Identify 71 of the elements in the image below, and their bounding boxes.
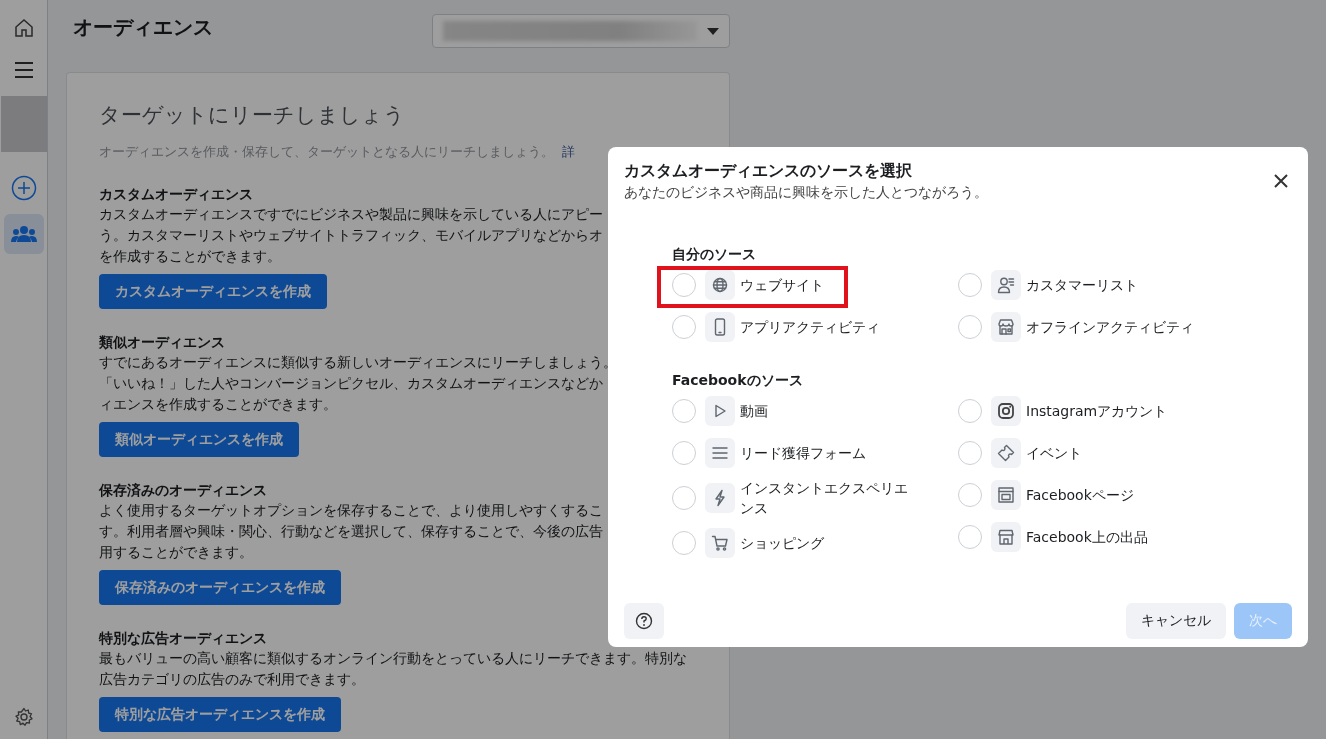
- radio-button[interactable]: [958, 273, 982, 297]
- storefront-icon: [991, 522, 1021, 552]
- page-title: オーディエンス: [73, 14, 213, 41]
- account-dropdown[interactable]: [432, 14, 730, 48]
- camera-icon: [991, 396, 1021, 426]
- description-line: す。利用者層や興味・関心、行動などを選択して、保存することで、今後の広告: [99, 522, 603, 541]
- source-label[interactable]: インスタントエクスペリエンス: [740, 478, 915, 518]
- globe-icon: [705, 270, 735, 300]
- description-line: 最もバリューの高い顧客に類似するオンライン行動をとっている人にリーチできます。特別な: [99, 649, 687, 668]
- source-label[interactable]: オフラインアクティビティ: [1026, 317, 1194, 337]
- store-icon: [991, 312, 1021, 342]
- phone-icon: [705, 312, 735, 342]
- modal-subtitle: あなたのビジネスや商品に興味を示した人とつながろう。: [624, 184, 988, 202]
- radio-button[interactable]: [672, 273, 696, 297]
- description-line: よく使用するターゲットオプションを保存することで、より使用しやすくするこ: [99, 501, 603, 520]
- person-list-icon: [991, 270, 1021, 300]
- description-line: う。カスタマーリストやウェブサイトトラフィック、モバイルアプリなどからオ: [99, 226, 603, 245]
- radio-button[interactable]: [672, 486, 696, 510]
- description-line: を作成することができます。: [99, 247, 281, 266]
- description-line: ィエンスを作成することができます。: [99, 395, 337, 414]
- source-label[interactable]: 動画: [740, 401, 768, 421]
- radio-button[interactable]: [672, 531, 696, 555]
- lines-icon: [705, 438, 735, 468]
- section-heading: カスタムオーディエンス: [99, 185, 253, 204]
- description-line: すでにあるオーディエンスに類似する新しいオーディエンスにリーチしましょう。: [99, 353, 617, 372]
- radio-button[interactable]: [958, 525, 982, 549]
- source-label[interactable]: ショッピング: [740, 533, 824, 553]
- settings-icon: [13, 707, 34, 727]
- source-label[interactable]: ウェブサイト: [740, 275, 824, 295]
- learn-more-link[interactable]: 詳: [562, 143, 575, 161]
- section-heading: 類似オーディエンス: [99, 333, 225, 352]
- modal-title: カスタムオーディエンスのソースを選択: [624, 161, 913, 182]
- lightning-icon: [705, 483, 735, 513]
- description-line: 広告カテゴリの広告のみで利用できます。: [99, 670, 365, 689]
- group-heading: Facebookのソース: [672, 372, 804, 390]
- add-icon: [10, 175, 37, 201]
- radio-button[interactable]: [958, 399, 982, 423]
- ticket-icon: [991, 438, 1021, 468]
- description-line: 「いいね！」した人やコンバージョンピクセル、カスタムオーディエンスなどか: [99, 374, 603, 393]
- source-label[interactable]: アプリアクティビティ: [740, 317, 880, 337]
- play-icon: [705, 396, 735, 426]
- source-label[interactable]: カスタマーリスト: [1026, 275, 1138, 295]
- question-icon: [635, 612, 653, 630]
- source-label[interactable]: Instagramアカウント: [1026, 401, 1168, 421]
- help-button[interactable]: [624, 603, 664, 639]
- description-line: 用することができます。: [99, 543, 253, 562]
- close-icon: [1274, 174, 1288, 188]
- radio-button[interactable]: [672, 441, 696, 465]
- radio-button[interactable]: [672, 399, 696, 423]
- people-icon: [10, 225, 37, 243]
- source-label[interactable]: Facebook上の出品: [1026, 527, 1148, 547]
- menu-icon: [13, 61, 34, 79]
- group-heading: 自分のソース: [672, 246, 757, 264]
- caret-icon: [707, 27, 719, 35]
- account-avatar[interactable]: [0, 96, 47, 152]
- description-line: カスタムオーディエンスですでにビジネスや製品に興味を示している人にアピー: [99, 205, 603, 224]
- home-icon: [12, 17, 35, 39]
- radio-button[interactable]: [958, 441, 982, 465]
- audiences-button[interactable]: [3, 214, 44, 254]
- radio-button[interactable]: [958, 483, 982, 507]
- source-label[interactable]: リード獲得フォーム: [740, 443, 866, 463]
- radio-button[interactable]: [672, 315, 696, 339]
- section-heading: 保存済みのオーディエンス: [99, 481, 267, 500]
- page-layout-icon: [991, 480, 1021, 510]
- source-label[interactable]: Facebookページ: [1026, 485, 1134, 505]
- cancel-button[interactable]: キャンセル: [1126, 603, 1226, 639]
- radio-button[interactable]: [958, 315, 982, 339]
- section-heading: 特別な広告オーディエンス: [99, 629, 267, 648]
- source-label[interactable]: イベント: [1026, 443, 1082, 463]
- cart-icon: [705, 528, 735, 558]
- card-title: ターゲットにリーチしましょう: [99, 102, 406, 129]
